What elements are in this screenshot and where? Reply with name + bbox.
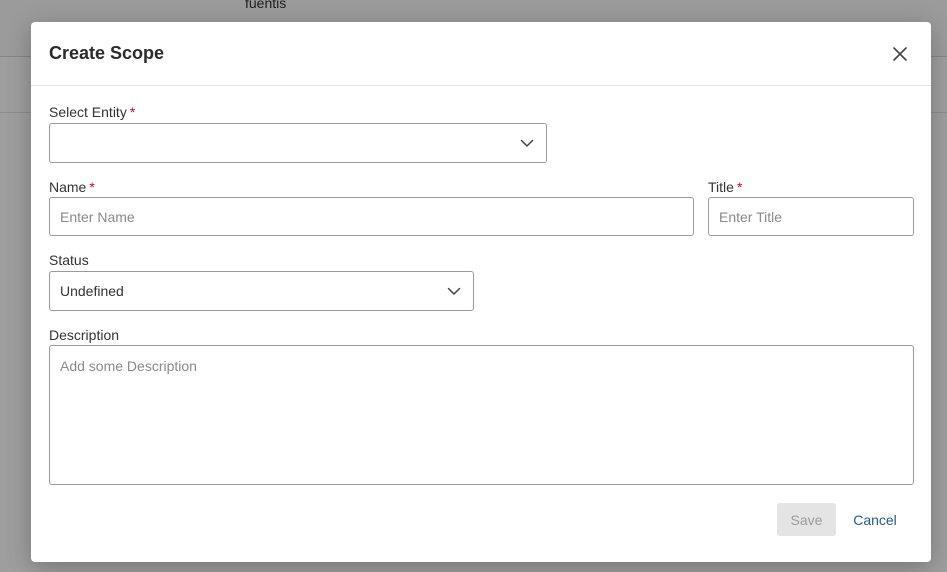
description-label-text: Description	[49, 327, 120, 343]
name-label-text: Name	[49, 179, 87, 195]
status-label: Status	[49, 252, 89, 268]
cancel-button[interactable]: Cancel	[846, 503, 904, 536]
chevron-down-icon	[520, 139, 534, 147]
close-button[interactable]	[889, 43, 911, 65]
dialog-header: Create Scope	[31, 22, 931, 86]
title-input[interactable]	[708, 197, 914, 236]
entity-required-mark: *	[129, 104, 136, 120]
dialog-title: Create Scope	[49, 43, 165, 63]
chevron-down-icon	[447, 287, 461, 295]
close-icon	[893, 47, 907, 61]
status-select[interactable]: Undefined	[49, 271, 474, 311]
title-label-text: Title	[708, 179, 734, 195]
entity-label: Select Entity *	[49, 104, 135, 120]
entity-select[interactable]	[49, 123, 547, 163]
name-required-mark: *	[89, 179, 95, 195]
description-label: Description	[49, 327, 119, 343]
entity-label-text: Select Entity	[49, 104, 127, 120]
description-textarea[interactable]	[49, 345, 914, 485]
status-label-text: Status	[49, 252, 89, 268]
title-required-mark: *	[736, 179, 743, 195]
create-scope-dialog: Create Scope Select Entity* Name* Title*…	[31, 22, 931, 562]
title-label: Title *	[708, 179, 742, 195]
status-select-value: Undefined	[60, 283, 124, 299]
name-label: Name *	[49, 179, 95, 195]
save-button[interactable]: Save	[777, 503, 836, 536]
name-input[interactable]	[49, 197, 694, 236]
